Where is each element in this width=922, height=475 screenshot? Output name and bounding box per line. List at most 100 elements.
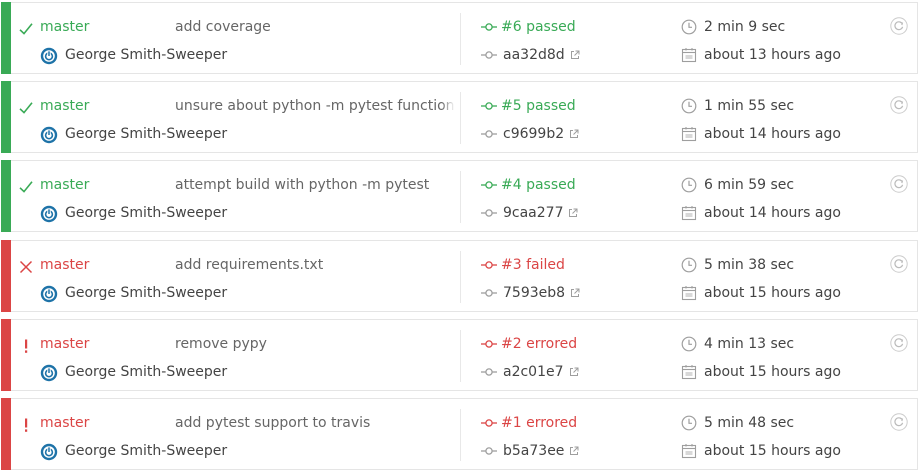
duration-text: 5 min 38 sec [704, 257, 795, 273]
column-divider [460, 171, 461, 223]
build-row-3[interactable]: master attempt build with python -m pyte… [1, 160, 918, 232]
commit-sha[interactable]: a2c01e7 [503, 363, 564, 381]
finished-text: about 13 hours ago [704, 47, 841, 63]
build-number-link[interactable]: #6 passed [481, 18, 576, 36]
commit-dot-icon [481, 419, 497, 427]
external-link-icon[interactable] [570, 288, 580, 298]
build-number-link[interactable]: #3 failed [481, 256, 565, 274]
commit-link[interactable]: 7593eb8 [481, 284, 580, 302]
build-duration: 2 min 9 sec [681, 18, 785, 36]
build-row-4[interactable]: master add requirements.txt George Smith… [1, 240, 918, 312]
branch-name[interactable]: master [40, 97, 89, 115]
external-link-icon[interactable] [570, 50, 580, 60]
build-duration: 4 min 13 sec [681, 335, 794, 353]
restart-icon[interactable] [890, 17, 908, 35]
branch-name[interactable]: master [40, 18, 89, 36]
commit-sha[interactable]: 7593eb8 [503, 284, 565, 302]
build-label[interactable]: #3 failed [501, 256, 565, 274]
build-label[interactable]: #1 errored [501, 414, 577, 432]
clock-icon [681, 336, 697, 352]
build-duration: 1 min 55 sec [681, 97, 794, 115]
column-divider [460, 251, 461, 303]
commit-message: unsure about python -m pytest functional… [175, 97, 455, 115]
restart-icon[interactable] [890, 96, 908, 114]
build-finished: about 14 hours ago [681, 204, 841, 222]
build-row-2[interactable]: master unsure about python -m pytest fun… [1, 81, 918, 153]
commit-message: remove pypy [175, 335, 455, 353]
status-stripe [1, 398, 11, 470]
build-finished: about 15 hours ago [681, 363, 841, 381]
build-number-link[interactable]: #2 errored [481, 335, 577, 353]
branch-name[interactable]: master [40, 414, 89, 432]
commit-dot-icon [481, 23, 497, 31]
power-icon [40, 47, 58, 65]
column-divider [460, 13, 461, 65]
build-label[interactable]: #6 passed [501, 18, 576, 36]
exclamation-icon [17, 416, 35, 434]
calendar-icon [681, 286, 697, 301]
build-number-link[interactable]: #1 errored [481, 414, 577, 432]
commit-link[interactable]: 9caa277 [481, 204, 578, 222]
build-label[interactable]: #5 passed [501, 97, 576, 115]
build-label[interactable]: #4 passed [501, 176, 576, 194]
commit-sha[interactable]: aa32d8d [503, 46, 565, 64]
restart-icon[interactable] [890, 334, 908, 352]
author-name: George Smith-Sweeper [65, 47, 228, 63]
duration-text: 5 min 48 sec [704, 415, 795, 431]
status-stripe [1, 240, 11, 312]
column-divider [460, 330, 461, 382]
commit-dot-icon [481, 261, 497, 269]
exclamation-icon [17, 337, 35, 355]
status-stripe [1, 160, 11, 232]
commit-link[interactable]: aa32d8d [481, 46, 580, 64]
commit-sha[interactable]: b5a73ee [503, 442, 564, 460]
commit-link[interactable]: b5a73ee [481, 442, 579, 460]
column-divider [460, 92, 461, 144]
calendar-icon [681, 365, 697, 380]
commit-sha[interactable]: c9699b2 [503, 125, 564, 143]
external-link-icon[interactable] [568, 208, 578, 218]
duration-text: 4 min 13 sec [704, 336, 795, 352]
duration-text: 6 min 59 sec [704, 177, 795, 193]
commit-dot-icon [481, 209, 497, 217]
author-name: George Smith-Sweeper [65, 364, 228, 380]
author-name: George Smith-Sweeper [65, 285, 228, 301]
restart-icon[interactable] [890, 255, 908, 273]
branch-name[interactable]: master [40, 176, 89, 194]
commit-dot-icon [481, 130, 497, 138]
commit-message: add requirements.txt [175, 256, 455, 274]
finished-text: about 15 hours ago [704, 443, 841, 459]
branch-name[interactable]: master [40, 256, 89, 274]
restart-icon[interactable] [890, 175, 908, 193]
restart-icon[interactable] [890, 413, 908, 431]
build-row-6[interactable]: master add pytest support to travis Geor… [1, 398, 918, 470]
external-link-icon[interactable] [569, 129, 579, 139]
build-row-5[interactable]: master remove pypy George Smith-Sweeper … [1, 319, 918, 391]
commit-link[interactable]: c9699b2 [481, 125, 579, 143]
check-icon [17, 20, 35, 38]
commit-link[interactable]: a2c01e7 [481, 363, 579, 381]
author-name: George Smith-Sweeper [65, 443, 228, 459]
commit-sha[interactable]: 9caa277 [503, 204, 563, 222]
commit-dot-icon [481, 102, 497, 110]
build-finished: about 15 hours ago [681, 442, 841, 460]
build-number-link[interactable]: #4 passed [481, 176, 576, 194]
external-link-icon[interactable] [569, 367, 579, 377]
power-icon [40, 126, 58, 144]
author-name: George Smith-Sweeper [65, 205, 228, 221]
finished-text: about 14 hours ago [704, 205, 841, 221]
build-history-list: master add coverage George Smith-Sweeper… [0, 0, 922, 475]
branch-name[interactable]: master [40, 335, 89, 353]
external-link-icon[interactable] [569, 446, 579, 456]
build-finished: about 13 hours ago [681, 46, 841, 64]
build-row-1[interactable]: master add coverage George Smith-Sweeper… [1, 2, 918, 74]
build-label[interactable]: #2 errored [501, 335, 577, 353]
commit-dot-icon [481, 289, 497, 297]
build-duration: 5 min 48 sec [681, 414, 794, 432]
commit-dot-icon [481, 368, 497, 376]
clock-icon [681, 257, 697, 273]
build-number-link[interactable]: #5 passed [481, 97, 576, 115]
commit-dot-icon [481, 181, 497, 189]
commit-message: attempt build with python -m pytest [175, 176, 455, 194]
clock-icon [681, 19, 697, 35]
